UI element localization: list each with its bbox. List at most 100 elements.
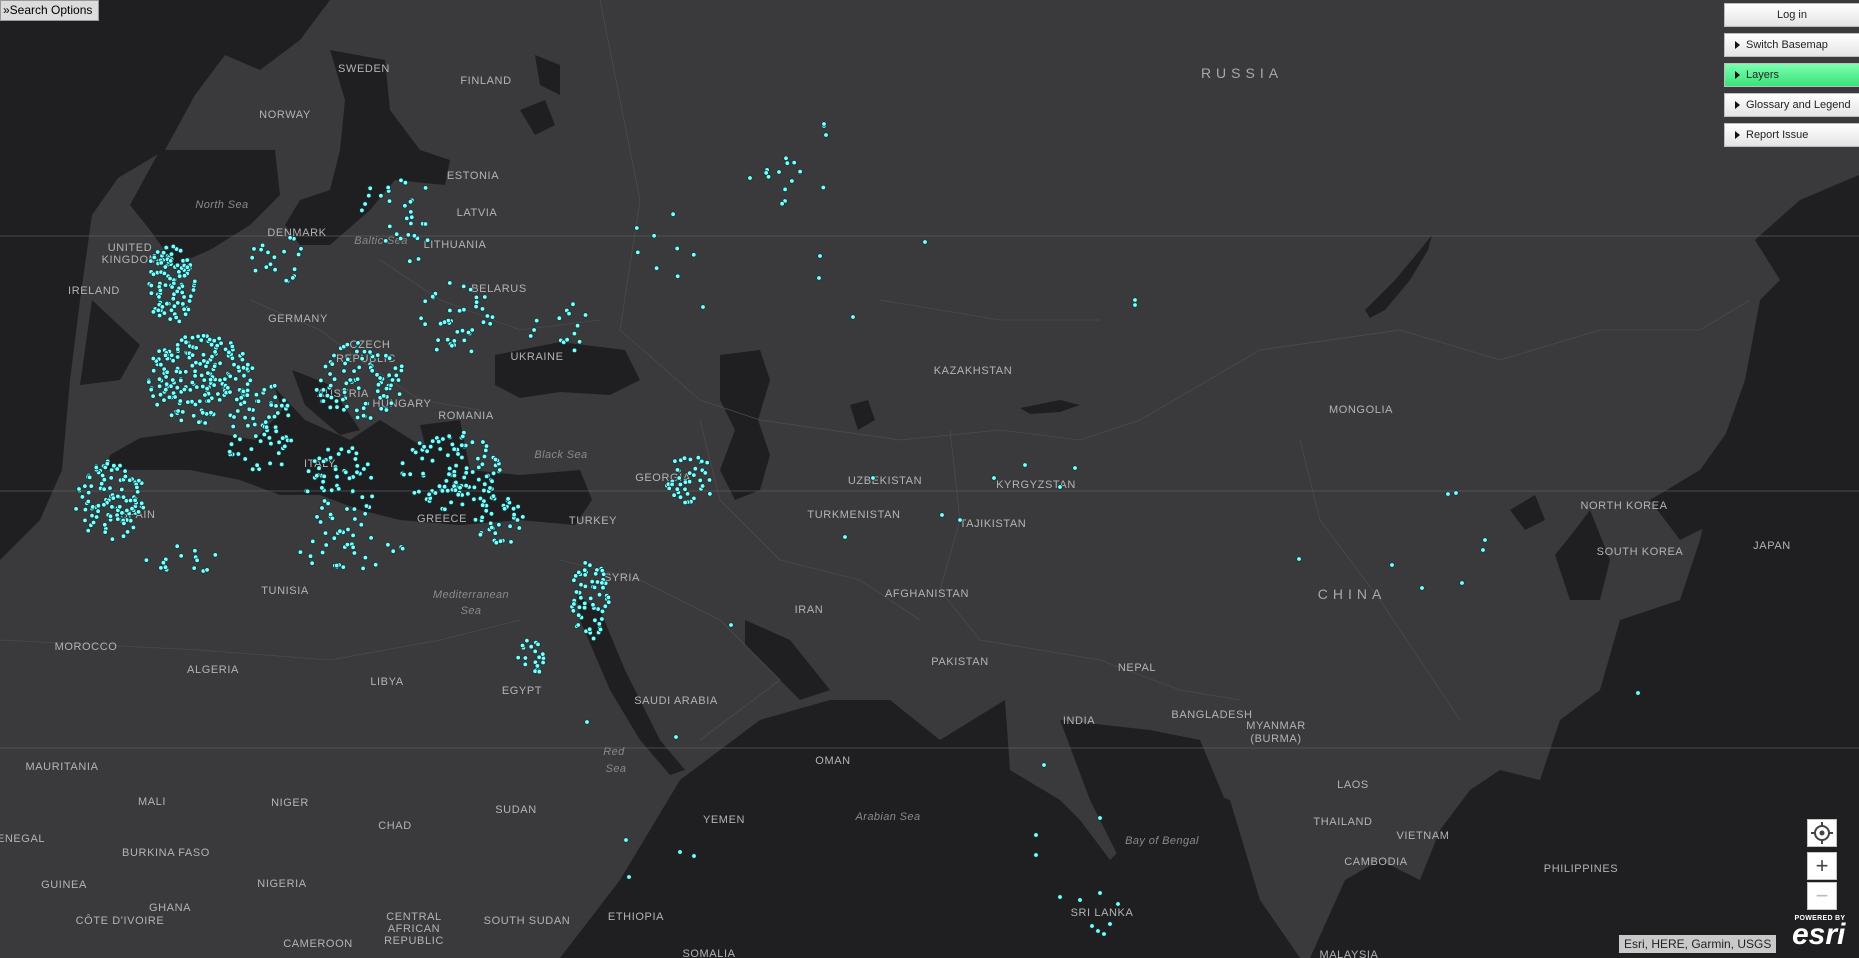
site-marker[interactable] <box>200 352 207 358</box>
zoom-in-button[interactable]: + <box>1807 852 1837 880</box>
site-marker[interactable] <box>484 473 490 480</box>
site-marker[interactable] <box>416 488 422 495</box>
site-marker[interactable] <box>155 307 161 313</box>
site-marker[interactable] <box>254 462 260 468</box>
site-marker[interactable] <box>1482 537 1488 543</box>
site-marker[interactable] <box>231 414 237 420</box>
site-marker[interactable] <box>263 424 270 430</box>
site-marker[interactable] <box>212 349 218 355</box>
login-button[interactable]: Log in <box>1724 3 1859 27</box>
site-marker[interactable] <box>334 562 340 569</box>
site-marker[interactable] <box>446 433 452 439</box>
site-marker[interactable] <box>359 356 365 362</box>
site-marker[interactable] <box>216 335 222 342</box>
site-marker[interactable] <box>190 287 197 293</box>
site-marker[interactable] <box>367 185 373 191</box>
site-marker[interactable] <box>217 360 223 366</box>
site-marker[interactable] <box>534 317 540 324</box>
site-marker[interactable] <box>699 458 705 465</box>
site-marker[interactable] <box>476 476 482 483</box>
site-marker[interactable] <box>273 403 279 409</box>
site-marker[interactable] <box>1115 901 1121 907</box>
site-marker[interactable] <box>570 608 576 614</box>
site-marker[interactable] <box>108 475 114 481</box>
locate-button[interactable] <box>1807 819 1837 847</box>
site-marker[interactable] <box>122 473 129 480</box>
site-marker[interactable] <box>170 243 176 250</box>
site-marker[interactable] <box>333 398 340 404</box>
site-marker[interactable] <box>95 503 102 509</box>
site-marker[interactable] <box>117 504 123 510</box>
site-marker[interactable] <box>285 412 291 419</box>
site-marker[interactable] <box>707 491 713 497</box>
site-marker[interactable] <box>350 544 356 550</box>
site-marker[interactable] <box>571 330 578 337</box>
site-marker[interactable] <box>280 435 286 441</box>
site-marker[interactable] <box>347 377 353 383</box>
site-marker[interactable] <box>362 201 368 207</box>
site-marker[interactable] <box>328 394 335 401</box>
site-marker[interactable] <box>691 853 697 859</box>
site-marker[interactable] <box>378 193 384 199</box>
site-marker[interactable] <box>590 602 596 608</box>
site-marker[interactable] <box>505 496 511 502</box>
site-marker[interactable] <box>148 282 154 289</box>
site-marker[interactable] <box>1033 832 1039 838</box>
site-marker[interactable] <box>156 294 162 300</box>
site-marker[interactable] <box>85 498 91 505</box>
site-marker[interactable] <box>424 237 431 243</box>
site-marker[interactable] <box>377 375 383 381</box>
site-marker[interactable] <box>202 420 208 426</box>
site-marker[interactable] <box>820 184 826 191</box>
site-marker[interactable] <box>271 413 278 420</box>
site-marker[interactable] <box>381 393 387 399</box>
site-marker[interactable] <box>440 436 446 442</box>
site-marker[interactable] <box>784 160 790 166</box>
site-marker[interactable] <box>158 260 164 266</box>
site-marker[interactable] <box>850 314 856 320</box>
site-marker[interactable] <box>101 477 107 483</box>
site-marker[interactable] <box>390 548 396 554</box>
site-marker[interactable] <box>156 376 163 382</box>
site-marker[interactable] <box>291 266 298 272</box>
site-marker[interactable] <box>164 301 170 307</box>
site-marker[interactable] <box>429 458 436 464</box>
site-marker[interactable] <box>367 349 373 355</box>
site-marker[interactable] <box>238 395 244 401</box>
site-marker[interactable] <box>481 487 487 494</box>
site-marker[interactable] <box>599 616 605 622</box>
site-marker[interactable] <box>687 456 694 463</box>
site-marker[interactable] <box>312 458 318 464</box>
site-marker[interactable] <box>409 214 415 220</box>
site-marker[interactable] <box>373 562 379 568</box>
site-marker[interactable] <box>514 517 521 523</box>
site-marker[interactable] <box>398 235 404 242</box>
site-marker[interactable] <box>691 252 697 258</box>
site-marker[interactable] <box>361 466 367 472</box>
site-marker[interactable] <box>201 358 207 364</box>
site-marker[interactable] <box>356 385 362 391</box>
site-marker[interactable] <box>336 451 342 457</box>
site-marker[interactable] <box>242 456 248 462</box>
site-marker[interactable] <box>1089 923 1095 929</box>
site-marker[interactable] <box>134 489 141 495</box>
site-marker[interactable] <box>437 446 443 452</box>
site-marker[interactable] <box>704 459 710 466</box>
site-marker[interactable] <box>402 179 409 186</box>
site-marker[interactable] <box>673 734 679 740</box>
site-marker[interactable] <box>158 362 164 368</box>
site-marker[interactable] <box>235 451 242 457</box>
site-marker[interactable] <box>157 392 164 398</box>
site-marker[interactable] <box>178 553 184 559</box>
site-marker[interactable] <box>362 554 369 561</box>
site-marker[interactable] <box>465 329 472 336</box>
site-marker[interactable] <box>295 251 302 258</box>
site-marker[interactable] <box>461 337 467 344</box>
site-marker[interactable] <box>156 383 163 389</box>
site-marker[interactable] <box>447 307 453 314</box>
site-marker[interactable] <box>344 341 350 348</box>
site-marker[interactable] <box>170 358 176 364</box>
site-marker[interactable] <box>188 293 194 299</box>
site-marker[interactable] <box>366 192 372 199</box>
site-marker[interactable] <box>201 377 207 383</box>
